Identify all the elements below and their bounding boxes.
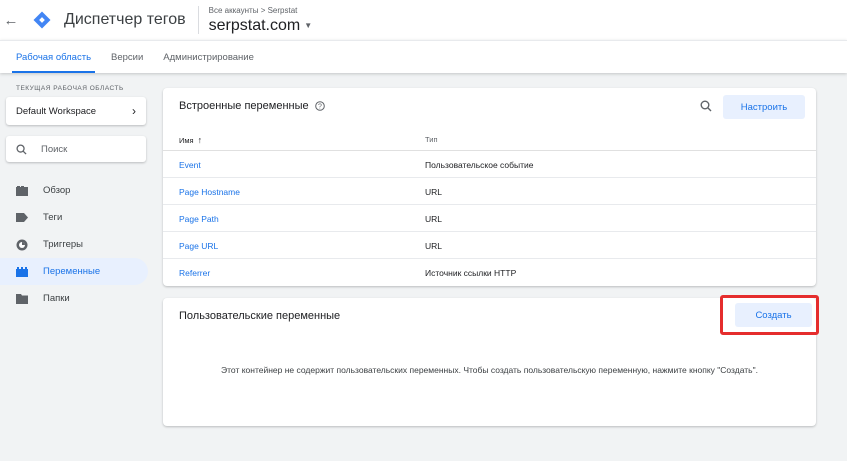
table-header: Имя ↑ Тип (163, 126, 816, 151)
column-header-name-label: Имя (179, 135, 194, 145)
folder-icon (16, 293, 28, 305)
top-app-bar: ← Диспетчер тегов Все аккаунты > Serpsta… (0, 0, 847, 40)
app-title: Диспетчер тегов (64, 11, 186, 28)
column-header-name[interactable]: Имя ↑ (179, 135, 202, 145)
sidebar-item-label: Теги (43, 212, 63, 223)
empty-state-message: Этот контейнер не содержит пользовательс… (221, 365, 758, 375)
header-divider (197, 6, 199, 34)
container-selector[interactable]: Все аккаунты > Serpstat serpstat.com ▼ (209, 4, 313, 36)
workspace-selector[interactable]: Default Workspace › (6, 97, 146, 125)
overview-icon (16, 185, 28, 197)
table-row: Referrer Источник ссылки HTTP (163, 259, 816, 286)
back-arrow-icon[interactable]: ← (0, 0, 22, 40)
sidebar-nav: Обзор Теги Триггеры Переменные Папки (0, 177, 148, 312)
workspace-name: Default Workspace (16, 105, 97, 117)
custom-variables-card: Пользовательские переменные Создать Этот… (163, 298, 816, 426)
help-icon[interactable]: ? (314, 101, 325, 111)
highlight-box (720, 295, 819, 335)
variable-name-link[interactable]: Page URL (179, 241, 218, 251)
table-row: Page Hostname URL (163, 178, 816, 205)
tab-admin[interactable]: Администрирование (153, 41, 264, 73)
sidebar-search[interactable] (6, 136, 146, 162)
variable-type: URL (425, 241, 443, 251)
variable-type: Пользовательское событие (425, 160, 534, 170)
sidebar-item-overview[interactable]: Обзор (0, 177, 148, 204)
sidebar-item-variables[interactable]: Переменные (0, 258, 148, 285)
tab-versions[interactable]: Версии (101, 41, 153, 73)
sidebar-item-triggers[interactable]: Триггеры (0, 231, 148, 258)
variable-name-link[interactable]: Referrer (179, 268, 210, 278)
caret-down-icon: ▼ (304, 21, 313, 30)
breadcrumb[interactable]: Все аккаунты > Serpstat (209, 6, 313, 16)
tag-icon (16, 212, 28, 224)
variable-name-link[interactable]: Event (179, 160, 201, 170)
search-icon (16, 143, 27, 155)
sidebar-item-label: Триггеры (43, 239, 83, 250)
table-row: Page Path URL (163, 205, 816, 232)
container-name-wrapper[interactable]: serpstat.com ▼ (209, 16, 313, 36)
trigger-icon (16, 239, 28, 251)
tag-manager-logo-icon (28, 0, 56, 40)
sidebar-item-tags[interactable]: Теги (0, 204, 148, 231)
builtin-variables-title: Встроенные переменные (179, 100, 309, 112)
tab-workspace[interactable]: Рабочая область (6, 41, 101, 73)
custom-variables-title: Пользовательские переменные (179, 310, 341, 322)
builtin-variables-table: Event Пользовательское событие Page Host… (163, 151, 816, 286)
sidebar-item-folders[interactable]: Папки (0, 285, 148, 312)
variable-type: Источник ссылки HTTP (425, 268, 517, 278)
variables-icon (16, 266, 28, 278)
configure-button[interactable]: Настроить (723, 95, 805, 119)
variable-type: URL (425, 214, 443, 224)
sort-arrow-up-icon: ↑ (197, 135, 203, 145)
variable-name-link[interactable]: Page Path (179, 214, 219, 224)
chevron-right-icon: › (132, 104, 136, 118)
container-name: serpstat.com (208, 17, 301, 34)
sidebar-item-label: Обзор (43, 185, 71, 196)
builtin-title-wrapper: Встроенные переменные ? (179, 100, 325, 112)
tab-bar: Рабочая область Версии Администрирование (0, 40, 847, 73)
table-row: Page URL URL (163, 232, 816, 259)
column-header-type: Тип (425, 135, 438, 144)
workspace-label: ТЕКУЩАЯ РАБОЧАЯ ОБЛАСТЬ (16, 85, 124, 92)
variable-name-link[interactable]: Page Hostname (179, 187, 240, 197)
sidebar-item-label: Папки (43, 293, 70, 304)
variable-type: URL (425, 187, 443, 197)
builtin-variables-card: Встроенные переменные ? Настроить Имя ↑ … (163, 88, 816, 286)
sidebar-item-label: Переменные (43, 266, 101, 277)
table-row: Event Пользовательское событие (163, 151, 816, 178)
svg-text:?: ? (318, 104, 322, 111)
search-icon[interactable] (700, 99, 712, 117)
search-input[interactable] (41, 143, 131, 155)
